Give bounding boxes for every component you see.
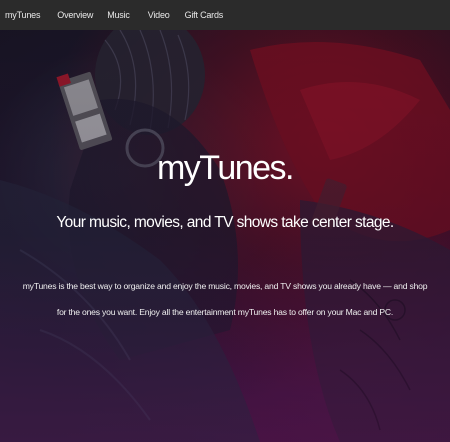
nav-link-overview[interactable]: Overview [57, 10, 93, 20]
nav-brand-link[interactable]: myTunes [5, 10, 40, 20]
hero-banner: myTunes. Your music, movies, and TV show… [0, 30, 450, 442]
hero-overlay [0, 30, 450, 442]
nav-link-music[interactable]: Music [107, 10, 130, 20]
page: myTunes Overview Music Video Gift Cards [0, 0, 450, 442]
hero-description: myTunes is the best way to organize and … [22, 280, 428, 317]
nav-link-video[interactable]: Video [148, 10, 170, 20]
nav-link-gift-cards[interactable]: Gift Cards [185, 10, 224, 20]
hero-title: myTunes. [156, 148, 295, 187]
hero-subtitle: Your music, movies, and TV shows take ce… [56, 214, 394, 231]
top-navigation-bar: myTunes Overview Music Video Gift Cards [0, 0, 450, 30]
